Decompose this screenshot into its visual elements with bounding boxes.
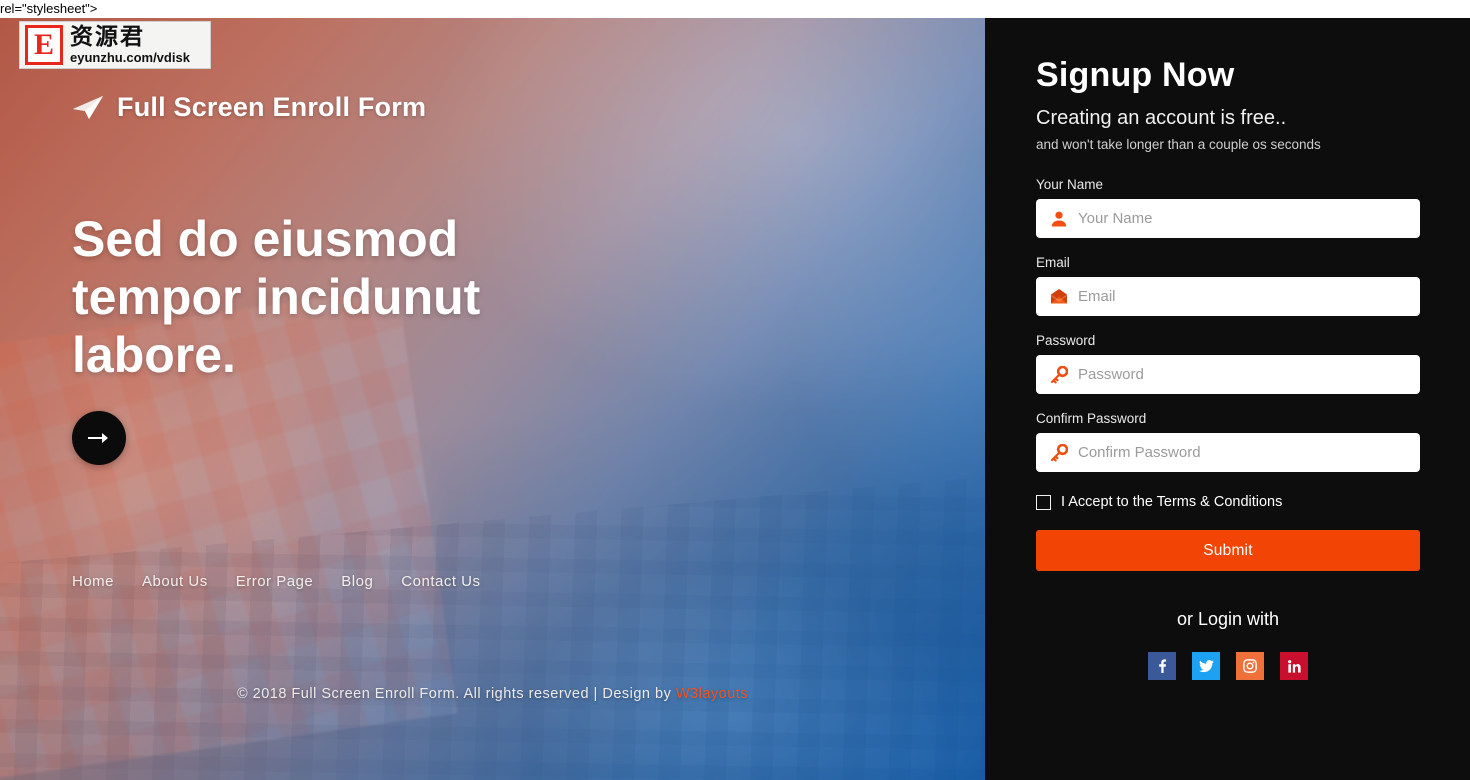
- signup-subtitle: Creating an account is free..: [1036, 107, 1287, 129]
- signup-title: Signup Now: [1036, 56, 1235, 94]
- label-email: Email: [1036, 255, 1070, 270]
- confirm-password-input[interactable]: [1068, 433, 1420, 472]
- field-email: Email: [1036, 255, 1420, 316]
- hero-content: Full Screen Enroll Form Sed do eiusmod t…: [0, 18, 985, 780]
- input-wrapper-confirm-password[interactable]: [1036, 433, 1420, 472]
- key-icon: [1050, 365, 1068, 384]
- hero-cta-button[interactable]: [72, 411, 126, 465]
- facebook-icon[interactable]: [1148, 652, 1176, 680]
- watermark-url: eyunzhu.com/vdisk: [70, 50, 190, 65]
- page-root: Full Screen Enroll Form Sed do eiusmod t…: [0, 18, 1470, 780]
- copyright-text: © 2018 Full Screen Enroll Form. All righ…: [236, 686, 676, 702]
- field-password: Password: [1036, 333, 1420, 394]
- input-wrapper-your-name[interactable]: [1036, 199, 1420, 238]
- user-icon: [1050, 210, 1068, 228]
- nav-item-error-page[interactable]: Error Page: [236, 573, 314, 590]
- label-your-name: Your Name: [1036, 177, 1104, 192]
- design-credit-link[interactable]: W3layouts: [676, 686, 748, 702]
- or-login-label: or Login with: [1176, 609, 1280, 629]
- terms-label[interactable]: I Accept to the Terms & Conditions: [1061, 494, 1282, 510]
- nav-item-about-us[interactable]: About Us: [142, 573, 208, 590]
- watermark-badge-letter: E: [25, 25, 63, 65]
- brand[interactable]: Full Screen Enroll Form: [72, 92, 426, 123]
- hero-footer: © 2018 Full Screen Enroll Form. All righ…: [0, 686, 985, 702]
- envelope-icon: [1050, 288, 1068, 306]
- input-wrapper-email[interactable]: [1036, 277, 1420, 316]
- twitter-icon[interactable]: [1192, 652, 1220, 680]
- email-input[interactable]: [1068, 277, 1420, 316]
- your-name-input[interactable]: [1068, 199, 1420, 238]
- nav-item-blog[interactable]: Blog: [341, 573, 373, 590]
- label-confirm-password: Confirm Password: [1036, 411, 1147, 426]
- watermark-logo: E 资源君 eyunzhu.com/vdisk: [19, 21, 211, 69]
- submit-button[interactable]: Submit: [1036, 530, 1420, 571]
- hero-heading: Sed do eiusmod tempor incidunut labore.: [72, 211, 481, 383]
- arrow-right-icon: [87, 430, 111, 446]
- brand-name: Full Screen Enroll Form: [117, 92, 427, 122]
- paper-plane-icon: [72, 95, 106, 121]
- password-input[interactable]: [1068, 355, 1420, 394]
- nav-item-contact-us[interactable]: Contact Us: [401, 573, 480, 590]
- signup-panel: Signup Now Creating an account is free..…: [985, 18, 1470, 780]
- input-wrapper-password[interactable]: [1036, 355, 1420, 394]
- field-confirm-password: Confirm Password: [1036, 411, 1420, 472]
- nav-item-home[interactable]: Home: [72, 573, 114, 590]
- label-password: Password: [1036, 333, 1096, 348]
- terms-checkbox[interactable]: [1036, 494, 1051, 510]
- watermark-chinese-name: 资源君: [70, 24, 145, 50]
- hero-section: Full Screen Enroll Form Sed do eiusmod t…: [0, 18, 985, 780]
- browser-source-fragment: rel="stylesheet">: [0, 0, 1470, 18]
- watermark-text: 资源君 eyunzhu.com/vdisk: [70, 24, 190, 65]
- hero-nav: Home About Us Error Page Blog Contact Us: [72, 573, 481, 590]
- key-icon: [1050, 443, 1068, 462]
- instagram-icon[interactable]: [1236, 652, 1264, 680]
- signup-subtitle-secondary: and won't take longer than a couple os s…: [1036, 137, 1321, 152]
- field-your-name: Your Name: [1036, 177, 1420, 238]
- social-login-row: [1036, 652, 1420, 680]
- linkedin-icon[interactable]: [1280, 652, 1308, 680]
- terms-row: I Accept to the Terms & Conditions: [1036, 494, 1420, 510]
